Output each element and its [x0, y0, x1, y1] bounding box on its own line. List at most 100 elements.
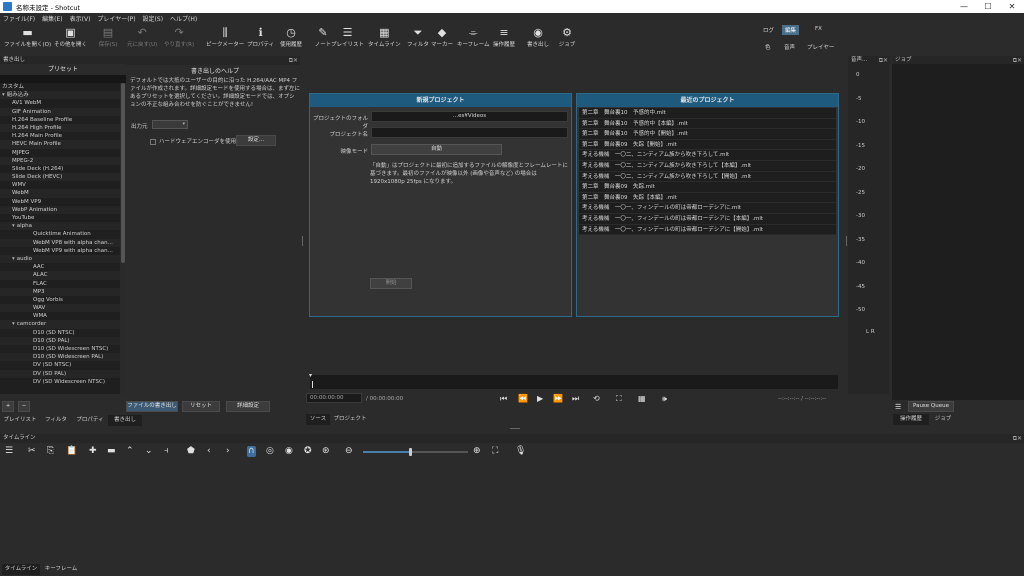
playhead-icon[interactable]: ▾ — [309, 372, 312, 379]
play-icon[interactable]: ▶ — [537, 394, 543, 403]
preset-item[interactable]: WMV — [0, 181, 120, 189]
tab-history[interactable]: 操作履歴 — [893, 414, 929, 425]
fast-forward-icon[interactable]: ⏩ — [553, 394, 563, 403]
zoom-out-icon[interactable]: ⊖ — [345, 446, 353, 457]
recent-project-item[interactable]: 考える機械 一〇二、ニンディアム族から吹き下ろして【本編】.mlt — [579, 160, 836, 172]
zoom-slider-handle[interactable] — [409, 448, 413, 456]
preset-item[interactable]: DV (SD Widescreen NTSC) — [0, 378, 120, 386]
preset-item[interactable]: YouTube — [0, 214, 120, 222]
preset-item[interactable]: D10 (SD NTSC) — [0, 329, 120, 337]
preset-item[interactable]: WebM — [0, 189, 120, 198]
minimize-icon[interactable]: — — [952, 0, 976, 13]
preset-item[interactable]: Slide Deck (HEVC) — [0, 173, 120, 182]
toolbar-button-5[interactable]: ⫼ ピークメーター — [206, 25, 244, 48]
skip-next-icon[interactable]: ⏭ — [572, 394, 579, 404]
skip-previous-icon[interactable]: ⏮ — [500, 394, 507, 404]
preset-item[interactable]: WebM VP9 with alpha chan... — [0, 247, 120, 255]
preset-item[interactable]: ▾ 組み込み — [0, 91, 120, 100]
export-file-button[interactable]: ファイルの書き出し — [126, 401, 178, 412]
scrub-drag-icon[interactable]: ◎ — [266, 446, 274, 457]
recent-project-item[interactable]: 第二章 舞台裏09 失踪.mlt — [579, 182, 836, 193]
preset-item[interactable]: ALAC — [0, 271, 120, 280]
preset-item[interactable]: ▾ audio — [0, 254, 120, 264]
preset-item[interactable]: MPEG-2 — [0, 156, 120, 165]
toolbar-button-16[interactable]: ⚙ ジョブ — [555, 25, 579, 48]
add-preset-button[interactable]: + — [2, 401, 14, 412]
preset-scrollbar-thumb[interactable] — [121, 83, 125, 263]
hw-encoder-checkbox[interactable] — [150, 138, 156, 145]
remove-icon[interactable]: ▬ — [107, 446, 116, 457]
preset-item[interactable]: HEVC Main Profile — [0, 140, 120, 149]
lift-icon[interactable]: ⌃ — [126, 446, 134, 457]
maximize-icon[interactable]: ☐ — [976, 0, 1000, 13]
tab-timeline[interactable]: タイムライン — [2, 564, 40, 575]
zoom-in-icon[interactable]: ⊕ — [473, 446, 481, 457]
layout-audio[interactable]: 音声 — [784, 43, 795, 51]
advanced-button[interactable]: 詳細設定 — [226, 401, 270, 412]
video-mode-select[interactable]: 自動 — [371, 144, 502, 155]
menu-view[interactable]: 表示(V) — [70, 14, 91, 23]
preset-item[interactable]: Slide Deck (H.264) — [0, 165, 120, 173]
reset-button[interactable]: リセット — [182, 401, 220, 412]
recent-project-item[interactable]: 考える機械 一〇一、フィンデールの町は帝都ローデシアに【開始】.mlt — [579, 224, 836, 236]
preset-item[interactable]: AV1 WebM — [0, 99, 120, 107]
zoom-fit-icon[interactable]: ⛶ — [492, 446, 498, 457]
layout-editing[interactable]: 編集 — [782, 25, 800, 35]
preset-item[interactable]: GIF Animation — [0, 107, 120, 116]
zoom-slider[interactable] — [363, 448, 468, 456]
record-audio-icon[interactable]: 🎙 — [515, 446, 526, 457]
cut-icon[interactable]: ✂ — [28, 446, 36, 457]
toolbar-button-13[interactable]: ⌯ キーフレーム — [457, 25, 490, 48]
splitter-handle[interactable] — [846, 236, 847, 246]
hw-encoder-row[interactable]: ハードウェアエンコーダを使用 — [150, 137, 236, 145]
recent-project-item[interactable]: 考える機械 一〇二、ニンディアム族から吹き下ろして【開始】.mlt — [579, 171, 836, 183]
volume-icon[interactable]: 🕪 — [662, 394, 667, 404]
recent-project-item[interactable]: 考える機械 一〇一、フィンデールの町は帝都ローデシアに.mlt — [579, 203, 836, 214]
pause-queue-button[interactable]: Pause Queue — [908, 401, 954, 412]
start-button[interactable]: 開始 — [370, 278, 412, 289]
project-folder-field[interactable]: ...es¥Videos — [371, 111, 568, 122]
loop-icon[interactable]: ⟲ — [593, 394, 600, 403]
toolbar-button-12[interactable]: ◆ マーカー — [430, 25, 454, 48]
expand-arrow-icon[interactable]: ▾ — [12, 256, 15, 262]
grid-icon[interactable]: ▦ — [638, 394, 646, 403]
output-source-select[interactable]: ▾ — [152, 120, 188, 129]
preset-item[interactable]: WAV — [0, 304, 120, 313]
toolbar-button-1[interactable]: ▣ その他を開く — [54, 25, 87, 48]
previous-marker-icon[interactable]: ‹ — [207, 446, 211, 457]
expand-arrow-icon[interactable]: ▾ — [12, 223, 15, 229]
copy-icon[interactable]: ⎘ — [47, 446, 54, 457]
preset-item[interactable]: ▾ alpha — [0, 222, 120, 231]
marker-icon[interactable]: ⬟ — [187, 446, 195, 457]
current-timecode-field[interactable]: 00:00:00:00 — [306, 393, 362, 403]
tab-jobs[interactable]: ジョブ — [930, 414, 956, 425]
project-name-input[interactable] — [371, 127, 568, 138]
tab-properties[interactable]: プロパティ — [72, 415, 108, 426]
preset-item[interactable]: H.264 High Profile — [0, 123, 120, 133]
expand-arrow-icon[interactable]: ▾ — [12, 321, 15, 327]
recent-project-item[interactable]: 第二章 舞台裏09 失踪【本編】.mlt — [579, 192, 836, 204]
menu-help[interactable]: ヘルプ(H) — [170, 14, 197, 23]
jobs-menu-icon[interactable]: ☰ — [895, 403, 901, 411]
tab-filters[interactable]: フィルタ — [40, 415, 72, 426]
preset-item[interactable]: MJPEG — [0, 149, 120, 157]
split-icon[interactable]: ⫞ — [164, 446, 169, 457]
preset-item[interactable]: FLAC — [0, 280, 120, 288]
ripple-icon[interactable]: ◉ — [285, 446, 293, 457]
recent-project-item[interactable]: 考える機械 一〇一、フィンデールの町は帝都ローデシアに【本編】.mlt — [579, 213, 836, 225]
overwrite-icon[interactable]: ⌄ — [145, 446, 153, 457]
tab-source[interactable]: ソース — [306, 414, 330, 425]
tab-playlist[interactable]: プレイリスト — [0, 415, 40, 426]
menu-player[interactable]: プレイヤー(P) — [97, 14, 135, 23]
tab-project[interactable]: プロジェクト — [332, 414, 368, 425]
next-marker-icon[interactable]: › — [226, 446, 230, 457]
preset-item[interactable]: D10 (SD PAL) — [0, 336, 120, 345]
toolbar-button-2[interactable]: ▤ 保存(S) — [96, 25, 120, 48]
preset-item[interactable]: Ogg Vorbis — [0, 296, 120, 304]
toolbar-button-11[interactable]: ⏷ フィルタ — [406, 25, 430, 48]
timeline-menu-icon[interactable]: ☰ — [5, 446, 13, 457]
recent-project-item[interactable]: 第二章 舞台裏10 予感的中.mlt — [579, 108, 836, 119]
dock-float-close-icon[interactable]: ⧉✕ — [289, 56, 298, 65]
remove-preset-button[interactable]: − — [18, 401, 30, 412]
preset-item[interactable]: AAC — [0, 263, 120, 271]
